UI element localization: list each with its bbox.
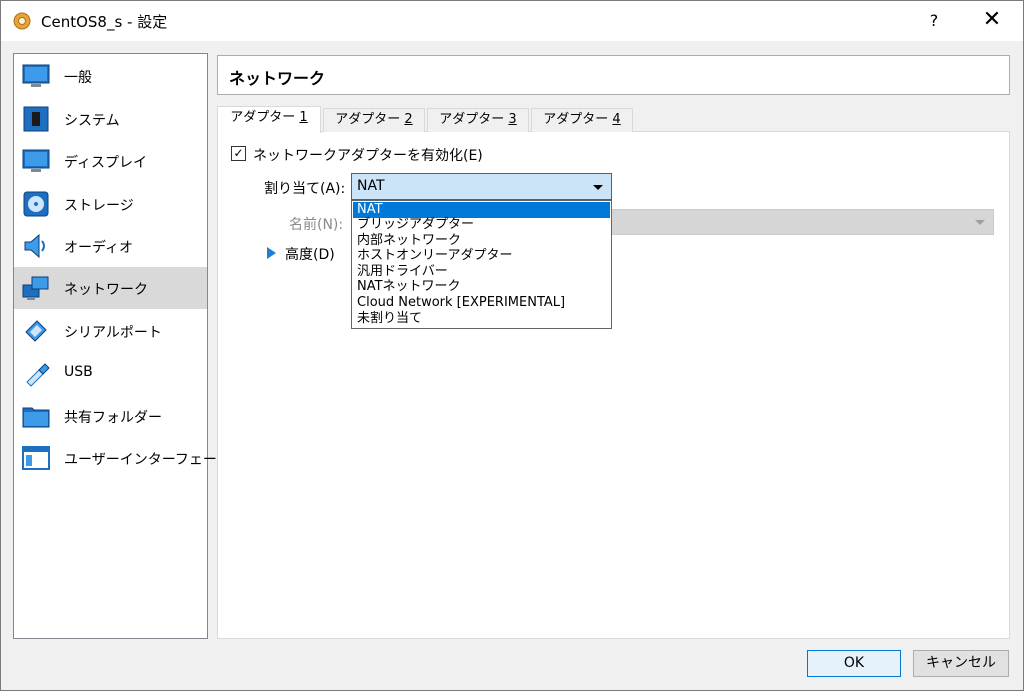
sidebar-item-label: ディスプレイ: [64, 155, 148, 171]
usb-icon: [26, 363, 50, 387]
help-button[interactable]: ?: [911, 1, 957, 41]
tab-label: アダプター: [543, 112, 613, 127]
network-icon: [22, 276, 49, 300]
window-title: CentOS8_s - 設定: [41, 13, 168, 31]
settings-sidebar: 一般 システム ディスプレイ ストレージ オーディオ ネットワーク シリアルポー…: [13, 53, 230, 639]
tab-number: 1: [299, 110, 308, 125]
settings-window: CentOS8_s - 設定 ? ✕ 一般 システム ディスプレイ ストレージ …: [0, 0, 1024, 691]
attached-to-combo[interactable]: NAT: [351, 173, 612, 200]
shared-folder-icon: [22, 407, 50, 428]
sidebar-item-network[interactable]: ネットワーク: [14, 267, 207, 309]
dropdown-option[interactable]: ブリッジアダプター: [353, 217, 610, 233]
chevron-down-icon: [975, 220, 985, 225]
sidebar-item-label: シリアルポート: [64, 325, 162, 341]
virtualbox-gear-icon: [13, 12, 31, 30]
sidebar-item-general[interactable]: 一般: [14, 55, 207, 97]
dropdown-option[interactable]: 未割り当て: [353, 311, 610, 327]
tab-number: 4: [612, 112, 621, 127]
close-button[interactable]: ✕: [969, 1, 1015, 41]
expand-arrow-icon[interactable]: [267, 247, 276, 259]
dropdown-option[interactable]: NAT: [353, 202, 610, 218]
ok-button[interactable]: OK: [807, 650, 901, 677]
tab-adapter-1[interactable]: アダプター 1: [217, 106, 321, 133]
sidebar-item-user-interface[interactable]: ユーザーインターフェース: [14, 437, 230, 479]
sidebar-item-label: ストレージ: [64, 198, 134, 214]
enable-adapter-label: ネットワークアダプターを有効化(E): [253, 148, 483, 164]
sidebar-item-label: オーディオ: [64, 240, 134, 256]
audio-icon: [24, 233, 45, 259]
sidebar-item-shared-folder[interactable]: 共有フォルダー: [14, 395, 207, 437]
page-header: ネットワーク: [217, 55, 1010, 95]
storage-icon: [23, 191, 49, 217]
display-icon: [22, 149, 50, 172]
dropdown-option[interactable]: 内部ネットワーク: [353, 233, 610, 249]
enable-adapter-checkbox[interactable]: ✓: [231, 146, 246, 161]
title-bar: CentOS8_s - 設定 ? ✕: [1, 1, 1023, 41]
sidebar-item-label: システム: [64, 113, 120, 129]
sidebar-item-serial-port[interactable]: シリアルポート: [14, 310, 207, 352]
sidebar-item-label: 一般: [64, 70, 92, 86]
sidebar-item-label: ネットワーク: [64, 282, 148, 298]
attached-to-dropdown-list: NAT ブリッジアダプター 内部ネットワーク ホストオンリーアダプター 汎用ドラ…: [351, 200, 612, 329]
tab-number: 3: [508, 112, 517, 127]
sidebar-item-audio[interactable]: オーディオ: [14, 225, 207, 267]
attached-to-label: 割り当て(A):: [264, 181, 346, 197]
sidebar-item-display[interactable]: ディスプレイ: [14, 140, 207, 182]
sidebar-item-label: USB: [64, 364, 93, 380]
serial-port-icon: [25, 320, 47, 342]
tab-adapter-2[interactable]: アダプター 2: [323, 108, 425, 132]
general-icon: [22, 64, 50, 87]
tab-label: アダプター: [230, 110, 300, 125]
dropdown-option[interactable]: ホストオンリーアダプター: [353, 248, 610, 264]
sidebar-item-storage[interactable]: ストレージ: [14, 183, 207, 225]
tab-adapter-3[interactable]: アダプター 3: [427, 108, 529, 132]
sidebar-item-label: 共有フォルダー: [64, 410, 162, 426]
sidebar-item-usb[interactable]: USB: [14, 352, 207, 394]
sidebar-item-system[interactable]: システム: [14, 98, 207, 140]
name-label: 名前(N):: [289, 217, 344, 233]
tab-adapter-4[interactable]: アダプター 4: [531, 108, 633, 132]
attached-to-value: NAT: [357, 178, 385, 194]
sidebar-item-label: ユーザーインターフェース: [64, 452, 231, 468]
dropdown-option[interactable]: Cloud Network [EXPERIMENTAL]: [353, 295, 610, 311]
dropdown-option[interactable]: 汎用ドライバー: [353, 264, 610, 280]
tab-label: アダプター: [335, 112, 405, 127]
dropdown-option[interactable]: NATネットワーク: [353, 279, 610, 295]
cancel-button[interactable]: キャンセル: [913, 650, 1009, 677]
user-interface-icon: [22, 446, 50, 470]
tab-label: アダプター: [439, 112, 509, 127]
chevron-down-icon: [593, 185, 603, 190]
tab-number: 2: [404, 112, 413, 127]
page-title: ネットワーク: [229, 69, 326, 88]
adapter-tab-panel: [217, 131, 1010, 639]
system-icon: [23, 106, 49, 132]
advanced-toggle[interactable]: 高度(D): [285, 244, 335, 264]
